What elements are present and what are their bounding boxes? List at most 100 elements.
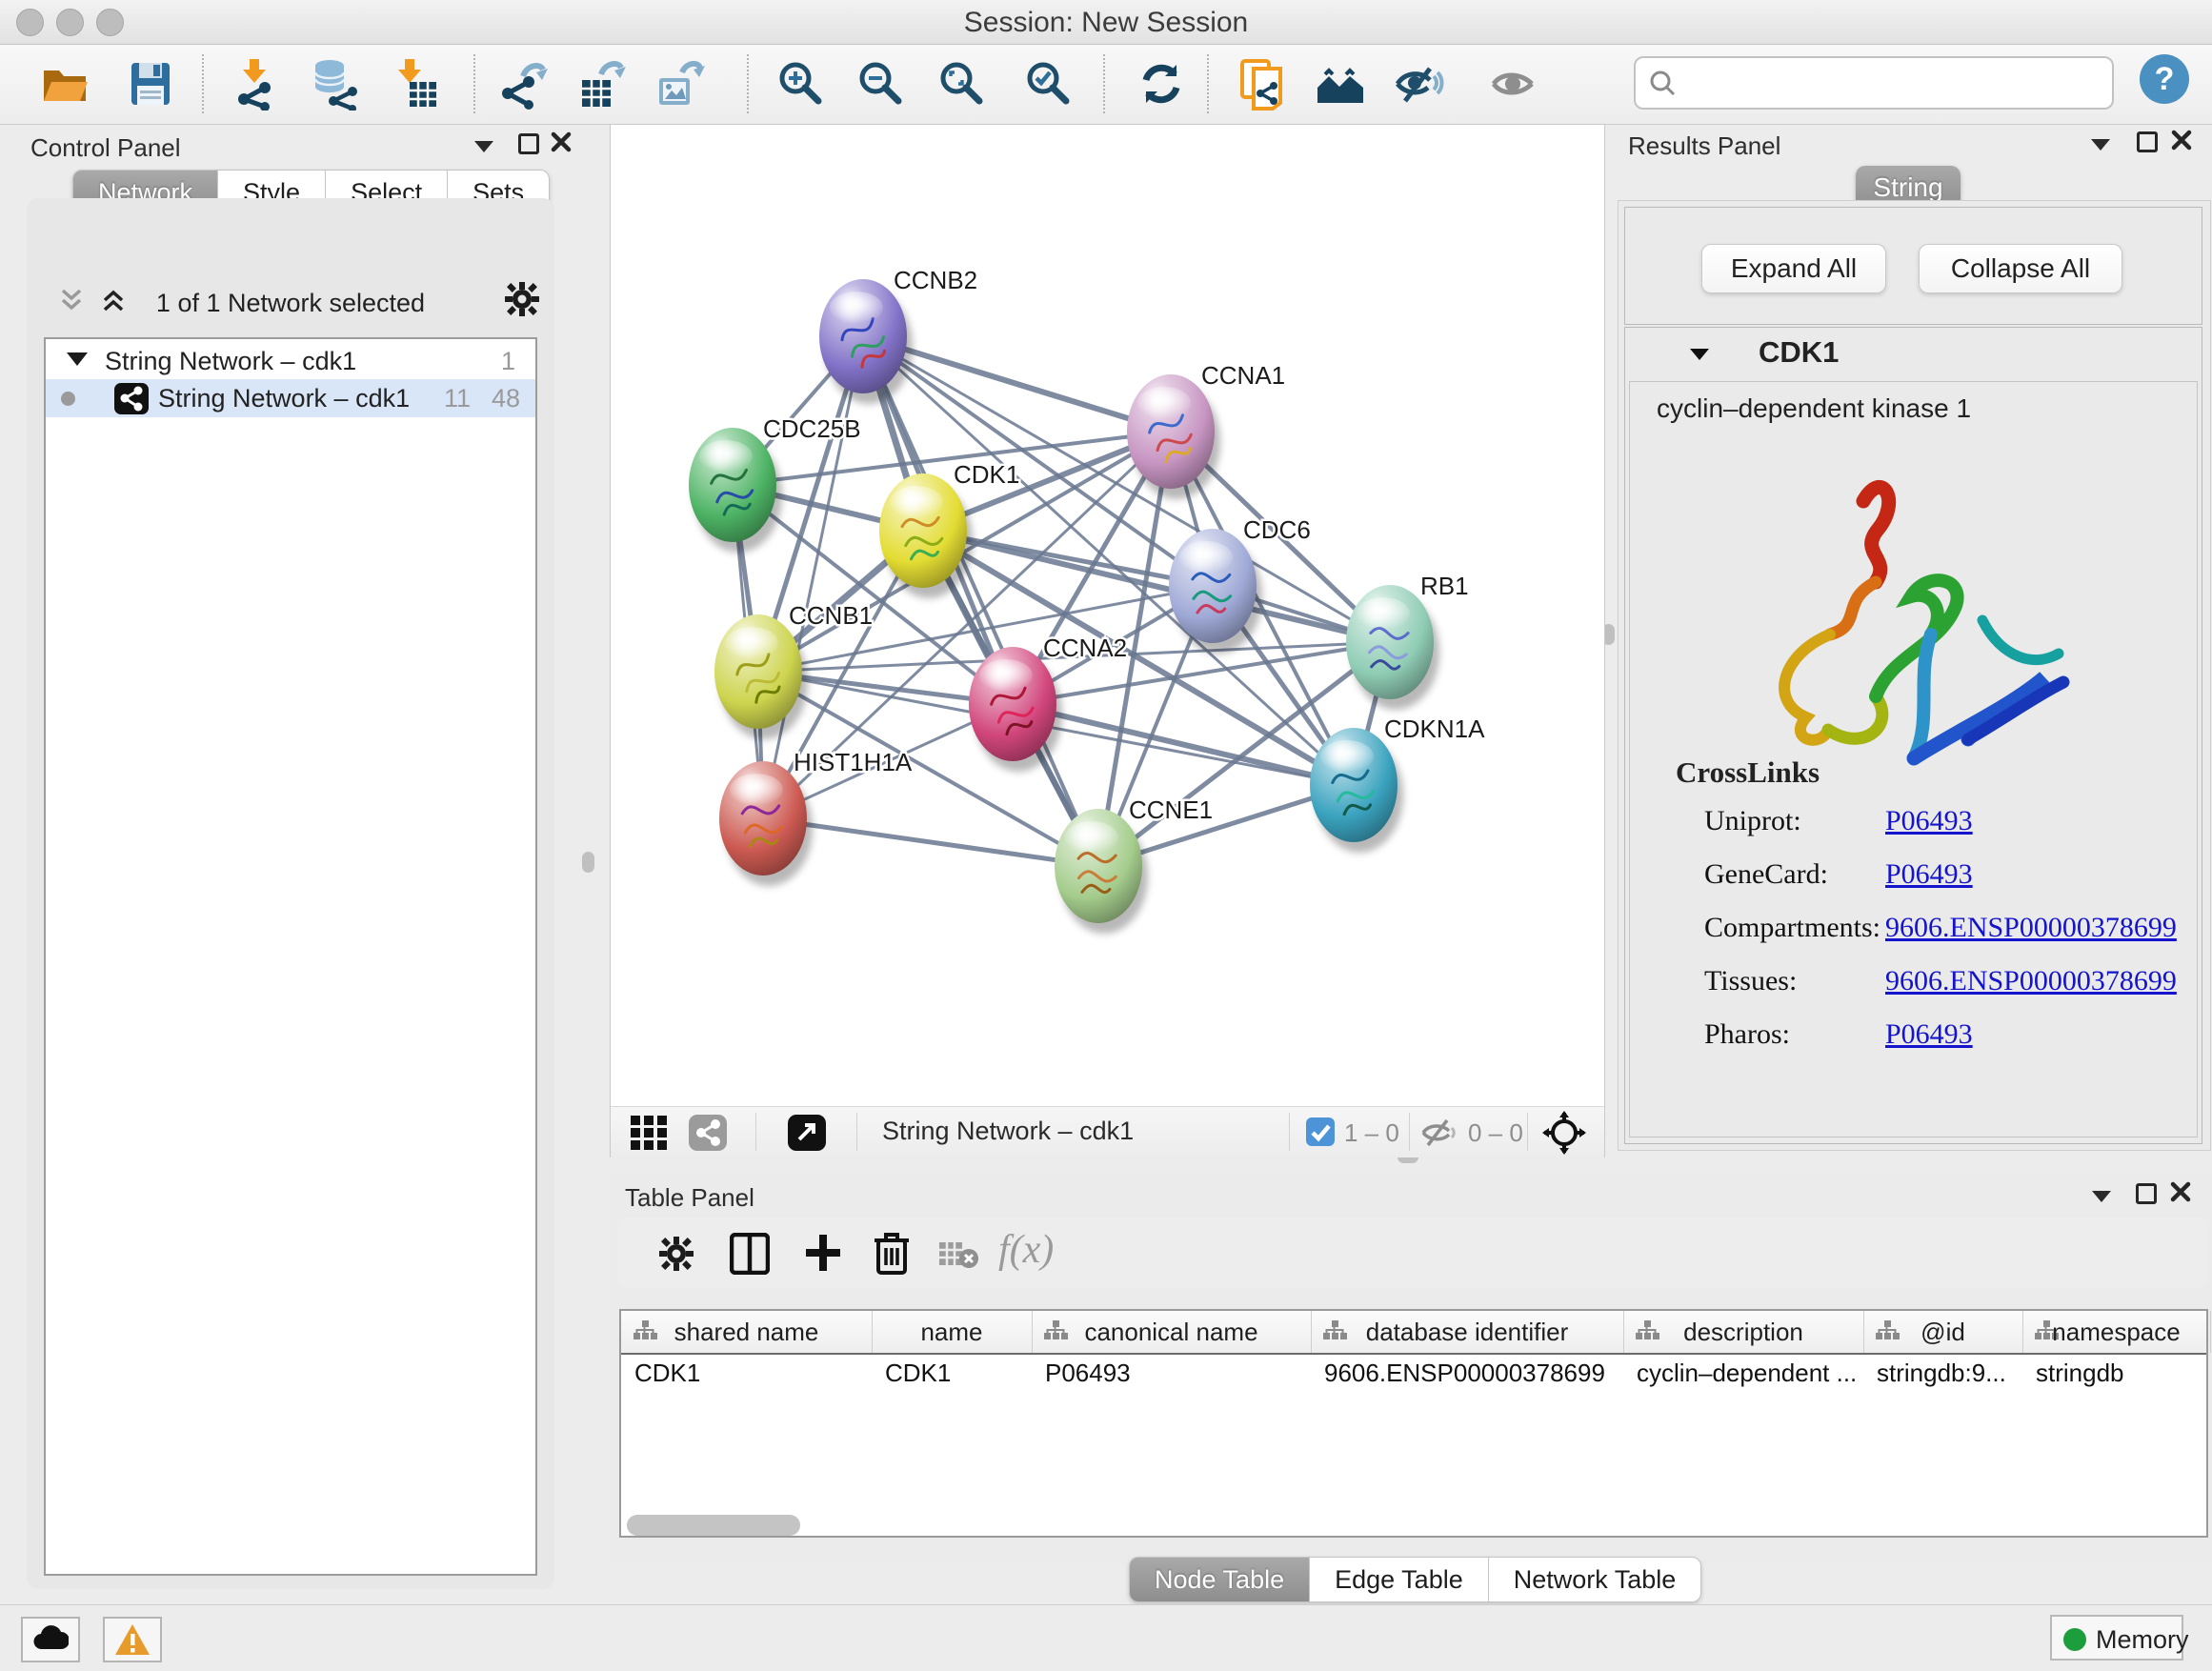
table-cell[interactable]: 9606.ENSP00000378699 bbox=[1324, 1355, 1621, 1397]
export-table-icon[interactable] bbox=[576, 57, 630, 111]
function-builder-icon: f(x) bbox=[998, 1227, 1054, 1273]
fit-selected-crosshair-icon[interactable] bbox=[1542, 1111, 1586, 1155]
network-row-selected[interactable]: String Network – cdk1 11 48 bbox=[46, 379, 535, 417]
copy-style-icon[interactable] bbox=[1237, 57, 1290, 111]
panel-menu-icon[interactable] bbox=[2091, 139, 2110, 151]
network-canvas[interactable]: CCNB2CCNA1CDC25BCDK1CDC6RB1CCNB1CCNA2CDK… bbox=[611, 125, 1604, 1106]
panel-float-icon[interactable] bbox=[2137, 131, 2158, 152]
search-icon bbox=[1647, 68, 1679, 100]
save-session-icon[interactable] bbox=[124, 57, 177, 111]
table-cell[interactable]: stringdb:9... bbox=[1877, 1355, 2021, 1397]
warning-button[interactable] bbox=[103, 1617, 162, 1662]
table-gear-icon[interactable] bbox=[657, 1235, 695, 1273]
crosslink-compartments[interactable]: 9606.ENSP00000378699 bbox=[1885, 912, 2177, 944]
table-cell[interactable]: CDK1 bbox=[634, 1355, 870, 1397]
memory-label: Memory bbox=[2096, 1625, 2189, 1654]
svg-text:CCNA2: CCNA2 bbox=[1043, 634, 1127, 662]
string-app-icon bbox=[114, 383, 149, 414]
toolbar-separator bbox=[473, 54, 475, 113]
column-header-4[interactable]: description bbox=[1623, 1311, 1864, 1353]
panel-close-icon[interactable] bbox=[2170, 1181, 2191, 1202]
left-splitter-handle[interactable] bbox=[582, 852, 594, 873]
tree-expand-icon[interactable] bbox=[67, 352, 88, 366]
svg-text:CDC25B: CDC25B bbox=[763, 414, 861, 443]
panel-menu-icon[interactable] bbox=[2092, 1191, 2111, 1202]
toolbar-separator bbox=[202, 54, 204, 113]
svg-text:CDKN1A: CDKN1A bbox=[1384, 715, 1485, 743]
panel-close-icon[interactable] bbox=[2171, 130, 2192, 151]
toolbar-separator bbox=[856, 1113, 857, 1151]
export-image-icon[interactable] bbox=[654, 57, 707, 111]
column-header-2[interactable]: canonical name bbox=[1032, 1311, 1312, 1353]
panel-close-icon[interactable] bbox=[551, 131, 572, 152]
open-in-browser-icon[interactable] bbox=[788, 1115, 826, 1151]
panel-float-icon[interactable] bbox=[518, 133, 539, 154]
table-cell[interactable]: cyclin–dependent ... bbox=[1637, 1355, 1861, 1397]
column-header-3[interactable]: database identifier bbox=[1311, 1311, 1624, 1353]
collapse-all-button[interactable]: Collapse All bbox=[1919, 244, 2122, 293]
expand-all-button[interactable]: Expand All bbox=[1701, 244, 1886, 293]
control-panel-title: Control Panel bbox=[30, 133, 181, 163]
table-cell[interactable]: P06493 bbox=[1045, 1355, 1309, 1397]
zoom-out-icon[interactable] bbox=[855, 57, 908, 111]
crosslink-genecard[interactable]: P06493 bbox=[1885, 858, 1973, 891]
section-collapse-icon[interactable] bbox=[1690, 349, 1709, 360]
birds-eye-grid-icon[interactable] bbox=[630, 1115, 668, 1151]
export-network-icon[interactable] bbox=[498, 57, 552, 111]
cloud-icon bbox=[32, 1624, 69, 1651]
cloud-button[interactable] bbox=[21, 1617, 80, 1662]
selected-checkbox-icon[interactable] bbox=[1306, 1117, 1335, 1146]
show-columns-icon[interactable] bbox=[730, 1233, 770, 1275]
zoom-fit-icon[interactable] bbox=[935, 57, 989, 111]
network-node-CCNE1 bbox=[1055, 809, 1142, 923]
column-header-1[interactable]: name bbox=[872, 1311, 1033, 1353]
create-column-icon[interactable] bbox=[802, 1231, 844, 1275]
crosslink-pharos[interactable]: P06493 bbox=[1885, 1018, 1973, 1051]
crosslink-uniprot[interactable]: P06493 bbox=[1885, 805, 1973, 837]
hide-panels-icon[interactable] bbox=[1392, 57, 1445, 111]
panel-float-icon[interactable] bbox=[2136, 1183, 2157, 1204]
zoom-in-icon[interactable] bbox=[774, 57, 828, 111]
main-toolbar: ? bbox=[0, 45, 2212, 125]
refresh-icon[interactable] bbox=[1135, 57, 1188, 111]
import-network-icon[interactable] bbox=[231, 57, 284, 111]
delete-column-icon[interactable] bbox=[873, 1231, 911, 1275]
node-table[interactable]: shared namenamecanonical namedatabase id… bbox=[619, 1309, 2208, 1538]
column-header-0[interactable]: shared name bbox=[621, 1311, 873, 1353]
panel-menu-icon[interactable] bbox=[474, 141, 493, 152]
svg-text:HIST1H1A: HIST1H1A bbox=[794, 748, 913, 776]
search-input[interactable] bbox=[1689, 62, 2102, 102]
expand-collapse-box: Expand All Collapse All bbox=[1624, 207, 2202, 325]
crosslinks-title: CrossLinks bbox=[1676, 755, 1820, 790]
tab-edge-table[interactable]: Edge Table bbox=[1310, 1557, 1489, 1602]
tab-node-table[interactable]: Node Table bbox=[1129, 1557, 1310, 1602]
help-button[interactable]: ? bbox=[2140, 54, 2189, 104]
crosslink-tissues[interactable]: 9606.ENSP00000378699 bbox=[1885, 965, 2177, 997]
string-view-icon[interactable] bbox=[689, 1115, 727, 1151]
toolbar-separator bbox=[1409, 1113, 1410, 1151]
table-cell[interactable]: CDK1 bbox=[885, 1355, 1030, 1397]
results-panel-title: Results Panel bbox=[1628, 131, 1780, 161]
table-cell[interactable]: stringdb bbox=[2036, 1355, 2208, 1397]
cytoscape-window: Session: New Session bbox=[0, 0, 2212, 1671]
network-view[interactable]: CCNB2CCNA1CDC25BCDK1CDC6RB1CCNB1CCNA2CDK… bbox=[610, 124, 1605, 1158]
open-app-store-icon[interactable] bbox=[1314, 57, 1367, 111]
column-header-6[interactable]: namespace bbox=[2022, 1311, 2211, 1353]
import-network-from-database-icon[interactable] bbox=[309, 57, 362, 111]
memory-button[interactable]: Memory bbox=[2050, 1615, 2183, 1661]
horizontal-scrollbar[interactable] bbox=[627, 1515, 800, 1536]
control-panel: Control Panel Network Style Select Sets … bbox=[10, 124, 567, 1601]
column-header-5[interactable]: @id bbox=[1863, 1311, 2023, 1353]
zoom-selected-icon[interactable] bbox=[1022, 57, 1076, 111]
network-node-CCNB2 bbox=[819, 279, 907, 393]
network-view-toolbar: String Network – cdk1 1 – 0 0 – 0 bbox=[611, 1106, 1604, 1158]
show-panels-icon[interactable] bbox=[1488, 57, 1541, 111]
network-options-gear-icon[interactable] bbox=[503, 280, 541, 318]
open-session-icon[interactable] bbox=[38, 57, 91, 111]
network-collection-row[interactable]: String Network – cdk1 1 bbox=[46, 345, 535, 379]
table-panel-title: Table Panel bbox=[625, 1183, 754, 1213]
svg-text:CCNB1: CCNB1 bbox=[789, 601, 873, 630]
import-table-icon[interactable] bbox=[389, 57, 442, 111]
search-box[interactable] bbox=[1634, 56, 2114, 110]
tab-network-table[interactable]: Network Table bbox=[1489, 1557, 1702, 1602]
